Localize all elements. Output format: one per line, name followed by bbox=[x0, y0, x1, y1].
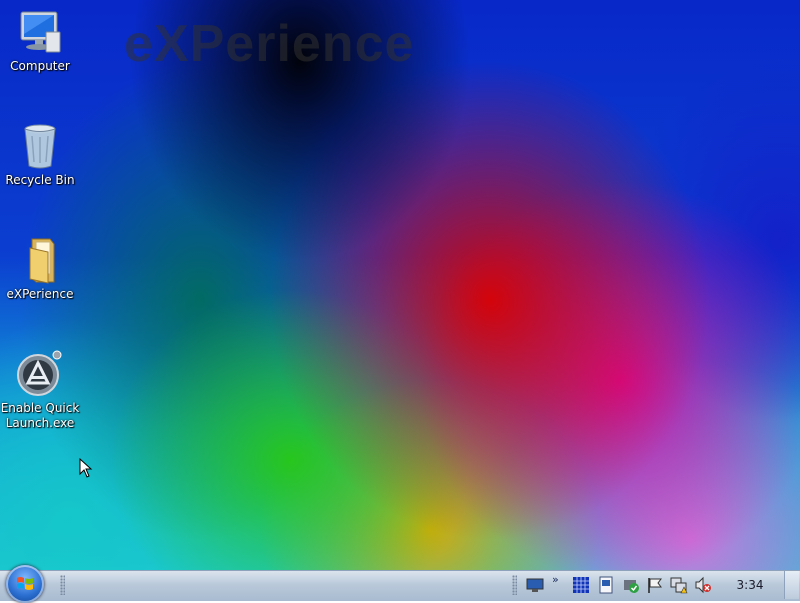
grid-icon[interactable] bbox=[572, 576, 590, 594]
start-orb-icon bbox=[16, 575, 34, 593]
start-button[interactable] bbox=[6, 565, 44, 603]
tray-clock[interactable]: 3:34 bbox=[730, 578, 770, 592]
desktop-icon-label: Computer bbox=[10, 59, 70, 73]
desktop[interactable]: eXPerience Computer Recycle Bin eXPerien… bbox=[0, 0, 800, 570]
app-shortcut-icon bbox=[16, 350, 64, 398]
mouse-pointer-icon bbox=[79, 457, 93, 482]
monitor-icon[interactable] bbox=[526, 576, 544, 594]
desktop-icon-experience-folder[interactable]: eXPerience bbox=[0, 236, 80, 302]
tray-chevron[interactable]: » bbox=[552, 573, 562, 591]
flag-icon[interactable] bbox=[646, 576, 664, 594]
taskbar-grip[interactable] bbox=[60, 575, 65, 595]
desktop-icon-label: eXPerience bbox=[6, 287, 74, 301]
desktop-icon-label: Enable Quick Launch.exe bbox=[0, 401, 80, 430]
desktop-icon-computer[interactable]: Computer bbox=[0, 8, 80, 74]
folder-icon bbox=[16, 236, 64, 284]
network-warning-icon[interactable] bbox=[670, 576, 688, 594]
security-shield-icon[interactable] bbox=[622, 576, 640, 594]
desktop-icon-recycle-bin[interactable]: Recycle Bin bbox=[0, 122, 80, 188]
show-desktop-button[interactable] bbox=[784, 571, 799, 599]
desktop-icon-label: Recycle Bin bbox=[5, 173, 75, 187]
recycle-bin-icon bbox=[16, 122, 64, 170]
tray-grip[interactable] bbox=[512, 575, 517, 595]
computer-icon bbox=[16, 8, 64, 56]
volume-muted-icon[interactable] bbox=[694, 576, 712, 594]
wallpaper-watermark: eXPerience bbox=[124, 15, 415, 73]
document-icon[interactable] bbox=[597, 576, 615, 594]
desktop-icon-enable-quick-launch[interactable]: Enable Quick Launch.exe bbox=[0, 350, 80, 431]
